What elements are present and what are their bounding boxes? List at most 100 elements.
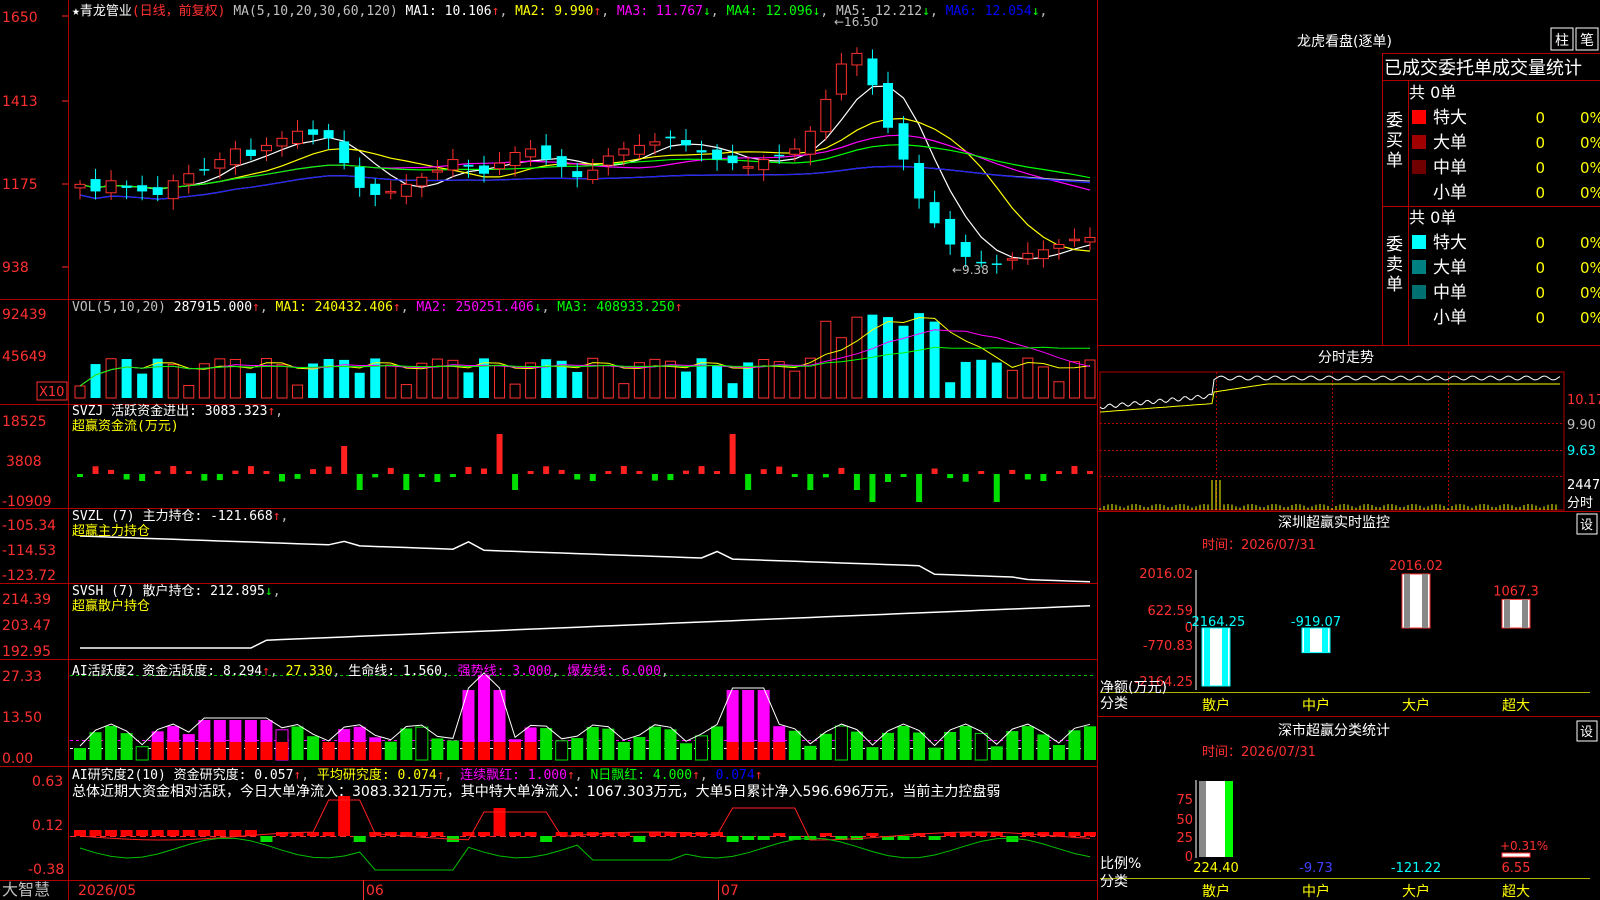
buy-row-name-3: 小单 <box>1433 183 1467 203</box>
volume-bar-up <box>183 385 195 399</box>
moving-average-lines <box>79 85 1091 260</box>
candle-body-down <box>991 263 1002 265</box>
classify-value-label-0: 224.40 <box>1193 861 1239 876</box>
ai-active-bar <box>897 726 910 760</box>
svzj-bar <box>683 470 689 474</box>
buy-row-qty-2: 0 <box>1535 159 1545 177</box>
vol-y-tick-2: 45649 <box>2 349 47 365</box>
candle-body-up <box>292 130 304 144</box>
ai-research-bar <box>633 836 646 842</box>
volume-bar-up <box>835 337 847 399</box>
candle-body-up <box>494 162 506 170</box>
candle-body-up <box>820 98 832 133</box>
candle-body-down <box>727 155 738 164</box>
svzj-bar <box>605 471 612 474</box>
svzl-y-tick-1: -105.34 <box>2 518 56 534</box>
svzj-bar <box>123 474 130 480</box>
ai-research-bar <box>431 832 444 836</box>
ai-research-bar <box>648 832 661 836</box>
candle-body-up <box>1068 238 1080 242</box>
candle-body-down <box>712 149 723 160</box>
candle-body-up <box>742 166 754 169</box>
volume-bar-down <box>137 373 148 398</box>
volume-bars <box>74 313 1096 399</box>
candle-body-down <box>556 156 567 167</box>
sz-monitor-time: 时间：2026/07/31 <box>1202 538 1316 553</box>
candle-body-up <box>260 144 272 152</box>
ai-active-bar <box>788 730 801 760</box>
candle-body-up <box>431 169 443 173</box>
volume-bar-up <box>214 358 226 399</box>
svzj-y-tick-2: 3808 <box>6 454 42 470</box>
svzj-bar <box>356 474 363 490</box>
ai-research-bar <box>478 832 490 836</box>
classify-y-tick-3: 0 <box>1185 850 1193 865</box>
svzj-bar <box>481 468 487 474</box>
ai-research-bar <box>167 830 180 836</box>
volume-bar-up <box>602 365 614 399</box>
buy-rows: 特大 0 0% 大单 0 0% 中单 0 0% 小单 0 0% <box>1412 108 1600 203</box>
monitor-category-0: 散户 <box>1202 697 1230 714</box>
svzj-bar <box>620 466 627 474</box>
svzj-bar <box>77 474 83 477</box>
ai-research-summary: 总体近期大资金相对活跃，今日大单净流入：3083.321万元，其中特大单净流入：… <box>72 784 1001 800</box>
vol-ma1: MA1: 240432.406 <box>275 300 393 315</box>
volume-bar-up <box>618 383 630 399</box>
sell-row-swatch-1 <box>1412 260 1426 274</box>
classify-category-0: 散户 <box>1202 883 1230 900</box>
buy-row-pct-3: 0% <box>1580 184 1600 202</box>
candle-body-down <box>199 169 210 171</box>
stock-mode: (日线，前复权) <box>131 4 226 19</box>
ai-research-bar <box>89 830 102 836</box>
svzj-bar <box>931 468 938 474</box>
side-label-char: 委 <box>1386 111 1403 131</box>
volume-bar-down <box>960 361 971 398</box>
ai-research-bar <box>213 830 226 836</box>
svzl-y-tick-2: -114.53 <box>2 543 56 559</box>
candle-body-down <box>245 149 256 157</box>
ai-active-bar <box>633 736 646 760</box>
ai-active-bar <box>540 728 553 760</box>
candle-body-up <box>385 190 397 194</box>
stat-title: 已成交委托单成交量统计 <box>1384 58 1582 79</box>
buy-row-name-1: 大单 <box>1433 133 1467 153</box>
buy-row-swatch-2 <box>1412 160 1426 174</box>
ai-research-bar <box>975 832 988 836</box>
ai-active-bar <box>120 733 133 760</box>
volume-bar-down <box>354 372 365 398</box>
ai-research-bar <box>151 830 164 836</box>
ai-active-bar <box>384 741 397 760</box>
ai-active-bar <box>928 747 941 760</box>
candle-body-up <box>758 159 770 171</box>
svzj-bar <box>745 474 752 490</box>
ma-arrow-5: ↓ <box>922 4 930 19</box>
candle-body-down <box>354 166 365 188</box>
candle-body-down <box>696 150 707 153</box>
volume-bar-up <box>292 384 304 399</box>
volume-bar-down <box>883 317 893 398</box>
volume-bar-down <box>712 365 723 398</box>
ma-line-60 <box>79 165 1091 200</box>
ai-research-t4: N日飘红: 4.000 <box>590 768 693 783</box>
intraday-tick-2: 9.90 <box>1567 418 1596 433</box>
candle-body-up <box>447 159 459 171</box>
sell-row-qty-2: 0 <box>1535 284 1545 302</box>
sell-row-name-3: 小单 <box>1433 308 1467 328</box>
ai-active-bar <box>944 731 957 760</box>
ma-arrow-1: ↑ <box>491 4 500 19</box>
date-label-may: 2026/05 <box>78 883 136 899</box>
svzj-bar <box>372 474 379 478</box>
ai-research-bar <box>182 830 195 836</box>
vol-ma3: MA3: 408933.250 <box>557 300 675 315</box>
monitor-bar-shade-2 <box>1404 574 1410 628</box>
sell-row-name-0: 特大 <box>1433 233 1467 253</box>
svzj-bar <box>403 474 410 490</box>
classify-bar-shade2-0 <box>1225 781 1233 857</box>
sell-row-qty-1: 0 <box>1535 259 1545 277</box>
svzj-bar <box>449 474 456 477</box>
classify-value-label-2: -121.22 <box>1391 861 1441 876</box>
ai-active-bar <box>1021 726 1034 760</box>
svzj-bar <box>1024 474 1031 480</box>
candle-body-up <box>804 130 816 155</box>
classify-bar-3 <box>1501 852 1531 858</box>
